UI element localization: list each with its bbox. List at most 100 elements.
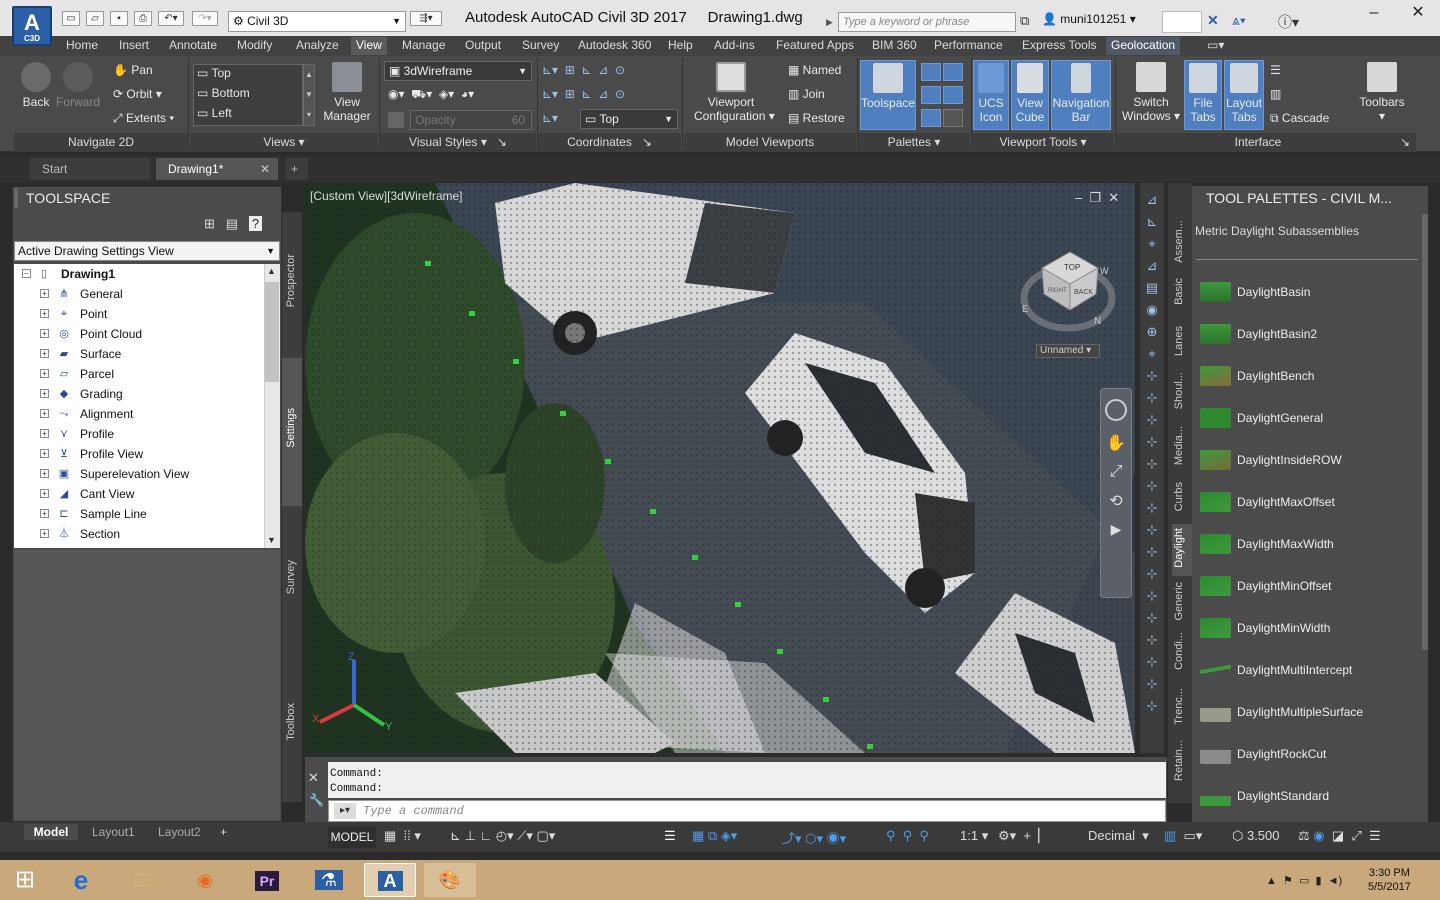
premiere-icon[interactable]: Pr xyxy=(244,863,290,897)
viewport-window-controls[interactable]: – ❐ ✕ xyxy=(1075,190,1119,206)
close-window-button[interactable]: ✕ xyxy=(1396,0,1440,28)
visual-style-select[interactable]: ▣ 3dWireframe ▼ xyxy=(384,61,532,81)
command-prompt-icon[interactable]: ▸▾ xyxy=(334,803,356,819)
annotation-scale[interactable]: 1:1 ▾ xyxy=(960,828,988,844)
add-layout-button[interactable]: + xyxy=(220,824,227,840)
item-view-icon[interactable]: ▤ xyxy=(226,216,238,231)
graphics-performance-icon[interactable]: ◪ xyxy=(1332,828,1344,843)
tab-geolocation[interactable]: Geolocation xyxy=(1106,37,1181,55)
tile-vertical-icon[interactable]: ▥ xyxy=(1270,87,1281,101)
search-expand-icon[interactable]: ▶ xyxy=(826,12,838,32)
application-menu-button[interactable]: A C3D xyxy=(12,6,52,46)
panel-grip[interactable] xyxy=(14,188,18,208)
steering-wheel-icon[interactable] xyxy=(1105,399,1127,421)
showmotion-icon[interactable]: ▶ xyxy=(1101,521,1131,538)
palette-icons-grid[interactable] xyxy=(920,62,968,128)
join-viewports-button[interactable]: ▥ Join xyxy=(788,87,825,101)
tab-help[interactable]: Help xyxy=(663,37,698,55)
undo-icon[interactable]: ↶▾ xyxy=(158,11,184,26)
autocad-taskbar-icon[interactable]: A xyxy=(364,863,416,897)
tab-prospector[interactable]: Prospector xyxy=(285,254,297,307)
status-tools-icons[interactable]: ⚖ ◉ ◪ ⤢ ☰ xyxy=(1298,828,1381,844)
exchange-icon[interactable]: ✕ xyxy=(1207,12,1219,29)
tab-modify[interactable]: Modify xyxy=(232,37,277,55)
layout-tab-model[interactable]: Model xyxy=(24,824,78,840)
workspace-select[interactable]: ⚙ Civil 3D ▼ xyxy=(228,11,406,32)
expand-icon[interactable]: + xyxy=(40,289,49,298)
orbit-button[interactable]: ⟳ Orbit ▾ xyxy=(113,87,162,101)
a360-icon[interactable]: ⩓▾ xyxy=(1232,12,1246,29)
extents-button[interactable]: ⤢ Extents ▾ xyxy=(113,111,174,126)
viewport-close-icon[interactable]: ✕ xyxy=(1108,190,1119,205)
redo-icon[interactable]: ↷▾ xyxy=(192,11,218,26)
tab-start[interactable]: Start xyxy=(30,158,150,180)
views-scroll-icon[interactable]: ▲ ▼ ▾ xyxy=(303,64,315,126)
ucs-tools-row1[interactable]: ⊾▾ ⊞ ⊾ ⊿ ⊙ xyxy=(542,63,625,77)
plot-icon[interactable]: ⎙ xyxy=(134,11,152,26)
new-icon[interactable]: ▭ xyxy=(62,11,80,26)
tree-item-point-cloud[interactable]: + ◎ Point Cloud xyxy=(14,324,280,344)
palette-tab-assemblies[interactable]: Assem... xyxy=(1173,220,1191,263)
palette-tab-retaining[interactable]: Retain... xyxy=(1173,740,1191,781)
tree-root[interactable]: − ▯ Drawing1 xyxy=(14,264,280,284)
view-top-item[interactable]: ▭ Top xyxy=(197,66,231,80)
layout-tab-layout2[interactable]: Layout2 xyxy=(158,824,201,840)
expand-icon[interactable]: + xyxy=(40,429,49,438)
help-icon[interactable]: ⓘ▾ xyxy=(1278,12,1299,32)
isolate-value[interactable]: ⬡ 3.500 xyxy=(1232,828,1280,844)
tree-item-superelevation-view[interactable]: + ▣ Superelevation View xyxy=(14,464,280,484)
lineweight-icon[interactable]: ☰ xyxy=(664,828,676,844)
tab-manage[interactable]: Manage xyxy=(397,37,450,55)
tab-view[interactable]: View xyxy=(351,37,387,55)
palette-tab-curbs[interactable]: Curbs xyxy=(1173,482,1191,511)
share-icon[interactable]: ⇶▾ xyxy=(410,11,442,26)
palette-tab-lanes[interactable]: Lanes xyxy=(1173,326,1191,356)
units-select[interactable]: Decimal ▾ xyxy=(1088,828,1149,844)
collapse-icon[interactable]: − xyxy=(22,269,31,278)
back-button[interactable]: Back xyxy=(16,62,56,109)
toolbars-button[interactable]: Toolbars ▾ xyxy=(1354,62,1410,123)
tab-annotate[interactable]: Annotate xyxy=(164,37,222,55)
visual-style-tools[interactable]: ◉▾ ⛟▾ ◈▾ ◕▾ xyxy=(388,87,474,103)
tree-item-point[interactable]: + ⌖ Point xyxy=(14,304,280,324)
open-icon[interactable]: ▱ xyxy=(86,11,104,26)
viewport-controls-label[interactable]: [Custom View][3dWireframe] xyxy=(310,189,463,203)
vertical-toolbar-icons[interactable]: ⊿ ⊾ ⌖ ⊿ ▤ ◉ ⊕ ⌖ ⊹ ⊹ ⊹ ⊹ ⊹ ⊹ ⊹ ⊹ ⊹ ⊹ ⊹ ⊹ ⊹ ⊹ ⊹ ⊹ xyxy=(1140,183,1164,717)
palette-tab-shoulders[interactable]: Shoul... xyxy=(1173,372,1191,409)
palette-tab-daylight[interactable]: Daylight xyxy=(1173,528,1191,568)
clock[interactable]: 3:30 PM 5/5/2017 xyxy=(1368,866,1411,894)
layout-tabs-button[interactable]: Layout Tabs xyxy=(1224,60,1264,130)
tab-add-ins[interactable]: Add-ins xyxy=(709,37,760,55)
xray-icon[interactable] xyxy=(388,112,404,128)
file-explorer-icon[interactable]: 🗀 xyxy=(120,863,166,897)
expand-icon[interactable]: + xyxy=(40,389,49,398)
ucs-tools-row3[interactable]: ⊾▾ xyxy=(542,111,558,125)
tab-home[interactable]: Home xyxy=(61,37,103,55)
palette-tab-conditional[interactable]: Condi... xyxy=(1173,632,1191,670)
tab-insert[interactable]: Insert xyxy=(114,37,154,55)
expand-icon[interactable]: + xyxy=(40,469,49,478)
toolspace-view-select[interactable]: Active Drawing Settings View ▼ xyxy=(14,241,280,261)
minimize-button[interactable]: – xyxy=(1352,0,1396,28)
help-icon[interactable]: ? xyxy=(248,216,263,231)
close-tab-icon[interactable]: ✕ xyxy=(260,158,270,180)
navigation-bar-button[interactable]: Navigation Bar xyxy=(1051,60,1111,130)
view-bottom-item[interactable]: ▭ Bottom xyxy=(197,86,250,100)
ribbon-minimize-icon[interactable]: ▭▾ xyxy=(1202,37,1229,55)
ucs-icon-button[interactable]: UCS Icon xyxy=(973,60,1009,130)
view-manager-button[interactable]: View Manager xyxy=(322,62,372,123)
pan-icon[interactable]: ✋ xyxy=(1101,433,1131,453)
tab-drawing1[interactable]: Drawing1* ✕ xyxy=(156,158,278,180)
tree-item-general[interactable]: + ⋔ General xyxy=(14,284,280,304)
save-icon[interactable]: ▪ xyxy=(110,11,128,26)
expand-icon[interactable]: + xyxy=(40,449,49,458)
viewport-restore-icon[interactable]: ❐ xyxy=(1089,190,1101,205)
tab-autodesk-360[interactable]: Autodesk 360 xyxy=(573,37,656,55)
tab-output[interactable]: Output xyxy=(460,37,506,55)
named-viewports-button[interactable]: ▦ Named xyxy=(788,63,841,77)
tab-survey-side[interactable]: Survey xyxy=(285,560,297,594)
fullscreen-icon[interactable]: ⤢ xyxy=(1351,828,1361,843)
firefox-icon[interactable]: ◉ xyxy=(182,863,228,897)
system-tray-icons[interactable]: ▲ ⚑ ▭ ▮ ◄) xyxy=(1266,874,1342,887)
palette-tab-medians[interactable]: Media... xyxy=(1173,426,1191,465)
